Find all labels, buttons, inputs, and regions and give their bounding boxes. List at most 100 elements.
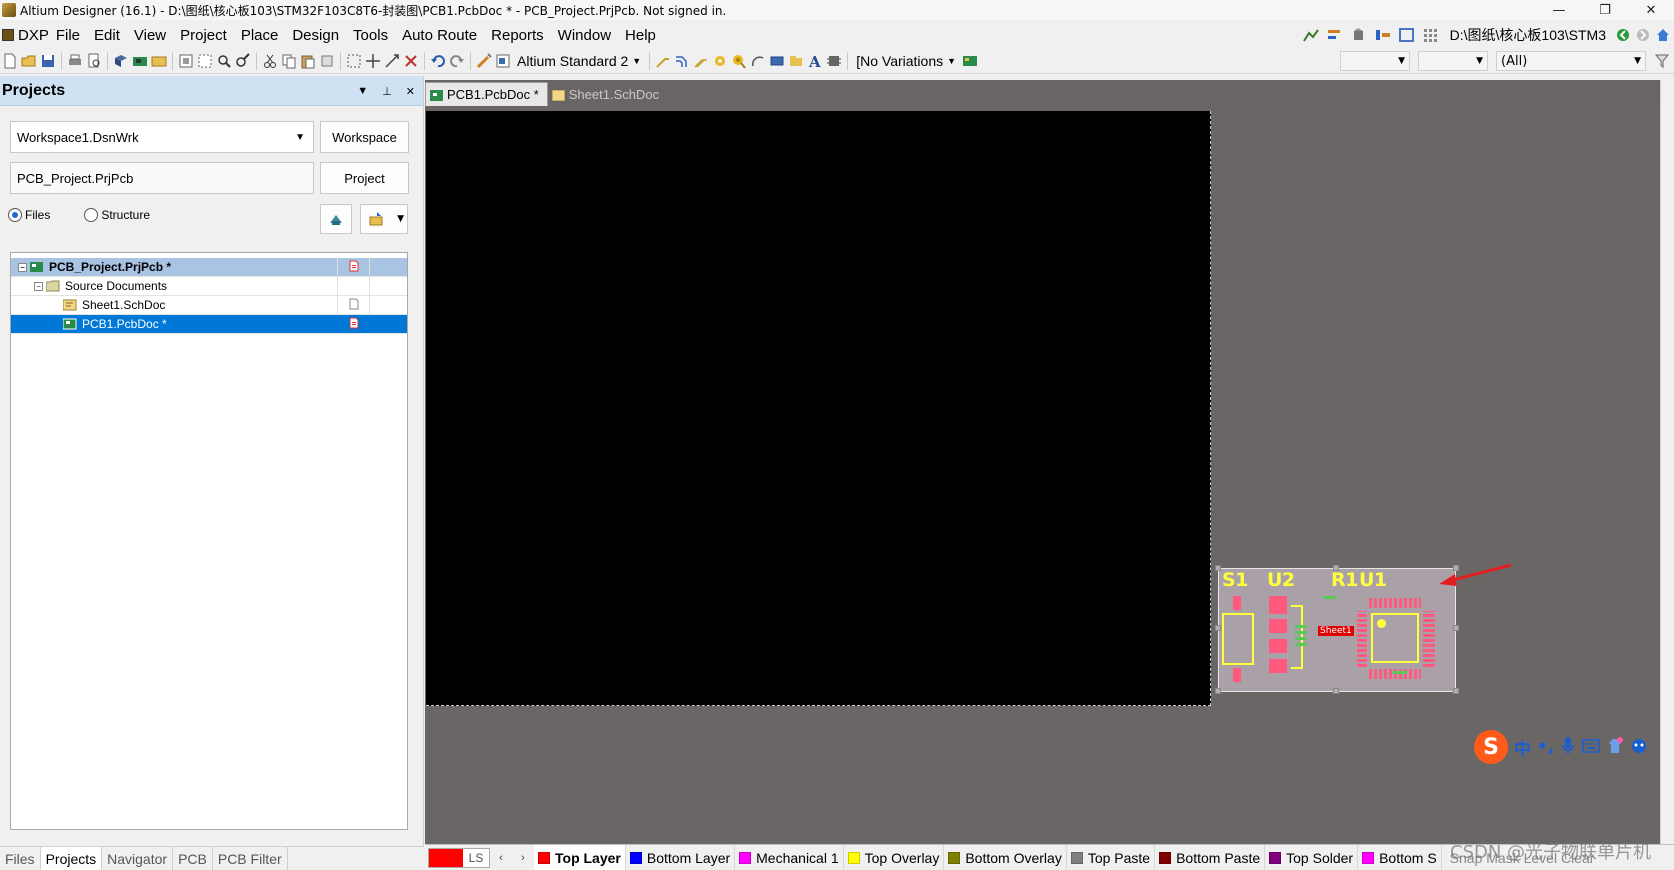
panel-tab-projects[interactable]: Projects xyxy=(40,846,103,870)
layer-tab-top-layer[interactable]: Top Layer xyxy=(534,844,626,870)
forward-icon[interactable] xyxy=(1636,27,1650,43)
component-place-icon[interactable] xyxy=(826,53,842,69)
menu-place[interactable]: Place xyxy=(234,27,286,44)
layer-next-button[interactable]: › xyxy=(512,852,534,864)
copy-icon[interactable] xyxy=(281,53,297,69)
selection-handle[interactable] xyxy=(1333,688,1339,694)
current-layer-indicator[interactable]: LS xyxy=(428,847,490,868)
tree-item-pcb1[interactable]: PCB1.PcbDoc * xyxy=(11,315,407,334)
board-icon[interactable] xyxy=(962,53,978,69)
workspace-button[interactable]: Workspace xyxy=(320,121,409,153)
grid-icon[interactable] xyxy=(1422,27,1440,43)
selection-handle[interactable] xyxy=(1215,688,1221,694)
project-button[interactable]: Project xyxy=(320,162,409,194)
ime-punctuation-toggle[interactable]: •, xyxy=(1537,737,1554,757)
new-icon[interactable] xyxy=(2,53,18,69)
selection-handle[interactable] xyxy=(1215,565,1221,571)
menu-edit[interactable]: Edit xyxy=(87,27,127,44)
chart-icon[interactable] xyxy=(1302,27,1320,43)
open-icon[interactable] xyxy=(21,53,37,69)
folder-view-icon[interactable] xyxy=(151,53,167,69)
panel-tab-navigator[interactable]: Navigator xyxy=(102,846,174,870)
layer-tab-bottom-paste[interactable]: Bottom Paste xyxy=(1155,844,1266,870)
view-configuration-select[interactable]: Altium Standard 2 ▼ xyxy=(514,51,644,71)
ime-logo[interactable]: S xyxy=(1474,730,1508,764)
route-diff-pair-icon[interactable] xyxy=(693,53,709,69)
paste-icon[interactable] xyxy=(300,53,316,69)
tree-item-sheet1[interactable]: Sheet1.SchDoc xyxy=(11,296,407,315)
panel-tab-pcb-filter[interactable]: PCB Filter xyxy=(213,846,288,870)
restore-button[interactable]: ❐ xyxy=(1582,3,1628,18)
variations-select[interactable]: [No Variations ▼ xyxy=(853,51,959,71)
tab-sheet1-schdoc[interactable]: Sheet1.SchDoc xyxy=(548,82,667,106)
filter-all-select[interactable]: (All) ▼ xyxy=(1496,51,1646,71)
component-icon[interactable] xyxy=(1350,27,1368,43)
panel-tab-files[interactable]: Files xyxy=(0,846,41,870)
skin-icon[interactable] xyxy=(1606,736,1624,758)
zoom-selected-icon[interactable] xyxy=(235,52,251,69)
menu-tools[interactable]: Tools xyxy=(346,27,395,44)
tree-item-project[interactable]: − PCB_Project.PrjPcb * xyxy=(11,258,407,277)
menu-project[interactable]: Project xyxy=(173,27,234,44)
layer-tab-bottom-solder[interactable]: Bottom S xyxy=(1358,844,1442,870)
cut-icon[interactable] xyxy=(262,53,278,69)
layer-tab-top-solder[interactable]: Top Solder xyxy=(1265,844,1359,870)
filter-apply-icon[interactable] xyxy=(1654,53,1670,69)
menu-view[interactable]: View xyxy=(127,27,173,44)
selection-handle[interactable] xyxy=(1453,625,1459,631)
browse-component-icon[interactable] xyxy=(495,53,511,69)
close-button[interactable]: ✕ xyxy=(1628,3,1674,18)
menu-auto-route[interactable]: Auto Route xyxy=(395,27,484,44)
tree-item-source-documents[interactable]: − Source Documents xyxy=(11,277,407,296)
panel-close-icon[interactable]: ✕ xyxy=(406,85,415,98)
layer-tab-bottom-layer[interactable]: Bottom Layer xyxy=(626,844,736,870)
panel-menu-icon[interactable]: ▼ xyxy=(357,85,368,97)
minimize-button[interactable]: — xyxy=(1536,3,1582,18)
zoom-fit-icon[interactable] xyxy=(178,53,194,69)
filter-select-2[interactable]: ▼ xyxy=(1418,51,1488,71)
menu-window[interactable]: Window xyxy=(551,27,618,44)
panel-tab-pcb[interactable]: PCB xyxy=(173,846,213,870)
room-icon[interactable] xyxy=(1398,27,1416,43)
zoom-icon[interactable] xyxy=(216,53,232,69)
polygon-pour-icon[interactable] xyxy=(788,53,804,69)
align-icon[interactable] xyxy=(1326,27,1344,43)
collapse-icon[interactable]: − xyxy=(18,262,27,272)
via-icon[interactable] xyxy=(731,53,747,69)
distribute-icon[interactable] xyxy=(1374,27,1392,43)
structure-radio[interactable] xyxy=(84,208,99,222)
project-field[interactable]: PCB_Project.PrjPcb xyxy=(10,162,314,194)
ime-mode-toggle[interactable]: 中 xyxy=(1514,735,1531,760)
3d-view-icon[interactable] xyxy=(113,53,129,69)
compile-button[interactable] xyxy=(320,204,352,234)
deselect-icon[interactable] xyxy=(403,53,419,69)
layer-tab-bottom-overlay[interactable]: Bottom Overlay xyxy=(944,844,1067,870)
rubber-stamp-icon[interactable] xyxy=(319,53,335,69)
move-icon[interactable] xyxy=(365,53,381,69)
fill-icon[interactable] xyxy=(769,53,785,69)
collapse-icon[interactable]: − xyxy=(34,281,43,291)
files-radio[interactable] xyxy=(8,208,22,222)
menu-dxp[interactable]: DXP xyxy=(2,27,49,44)
cross-probe-icon[interactable] xyxy=(476,52,492,69)
select-area-icon[interactable] xyxy=(346,53,362,69)
pad-icon[interactable] xyxy=(712,53,728,69)
print-preview-icon[interactable] xyxy=(86,53,102,69)
layer-tab-top-paste[interactable]: Top Paste xyxy=(1067,844,1156,870)
filter-select-1[interactable]: ▼ xyxy=(1340,51,1410,71)
redo-icon[interactable] xyxy=(449,53,465,69)
route-track-icon[interactable] xyxy=(655,53,671,69)
component-cluster[interactable]: S1 U2 R1 U1 Sheet1 xyxy=(1218,568,1456,692)
back-icon[interactable] xyxy=(1616,27,1630,43)
save-icon[interactable] xyxy=(40,53,56,69)
selection-handle[interactable] xyxy=(1333,565,1339,571)
menu-reports[interactable]: Reports xyxy=(484,27,551,44)
keyboard-icon[interactable] xyxy=(1582,738,1601,757)
menu-file[interactable]: File xyxy=(49,27,87,44)
tab-pcb1-pcbdoc[interactable]: PCB1.PcbDoc * xyxy=(425,82,548,106)
zoom-area-icon[interactable] xyxy=(197,53,213,69)
menu-help[interactable]: Help xyxy=(618,27,663,44)
options-button[interactable]: ▼ xyxy=(360,204,408,234)
home-icon[interactable] xyxy=(1656,27,1670,43)
toolbox-icon[interactable] xyxy=(1630,737,1648,758)
